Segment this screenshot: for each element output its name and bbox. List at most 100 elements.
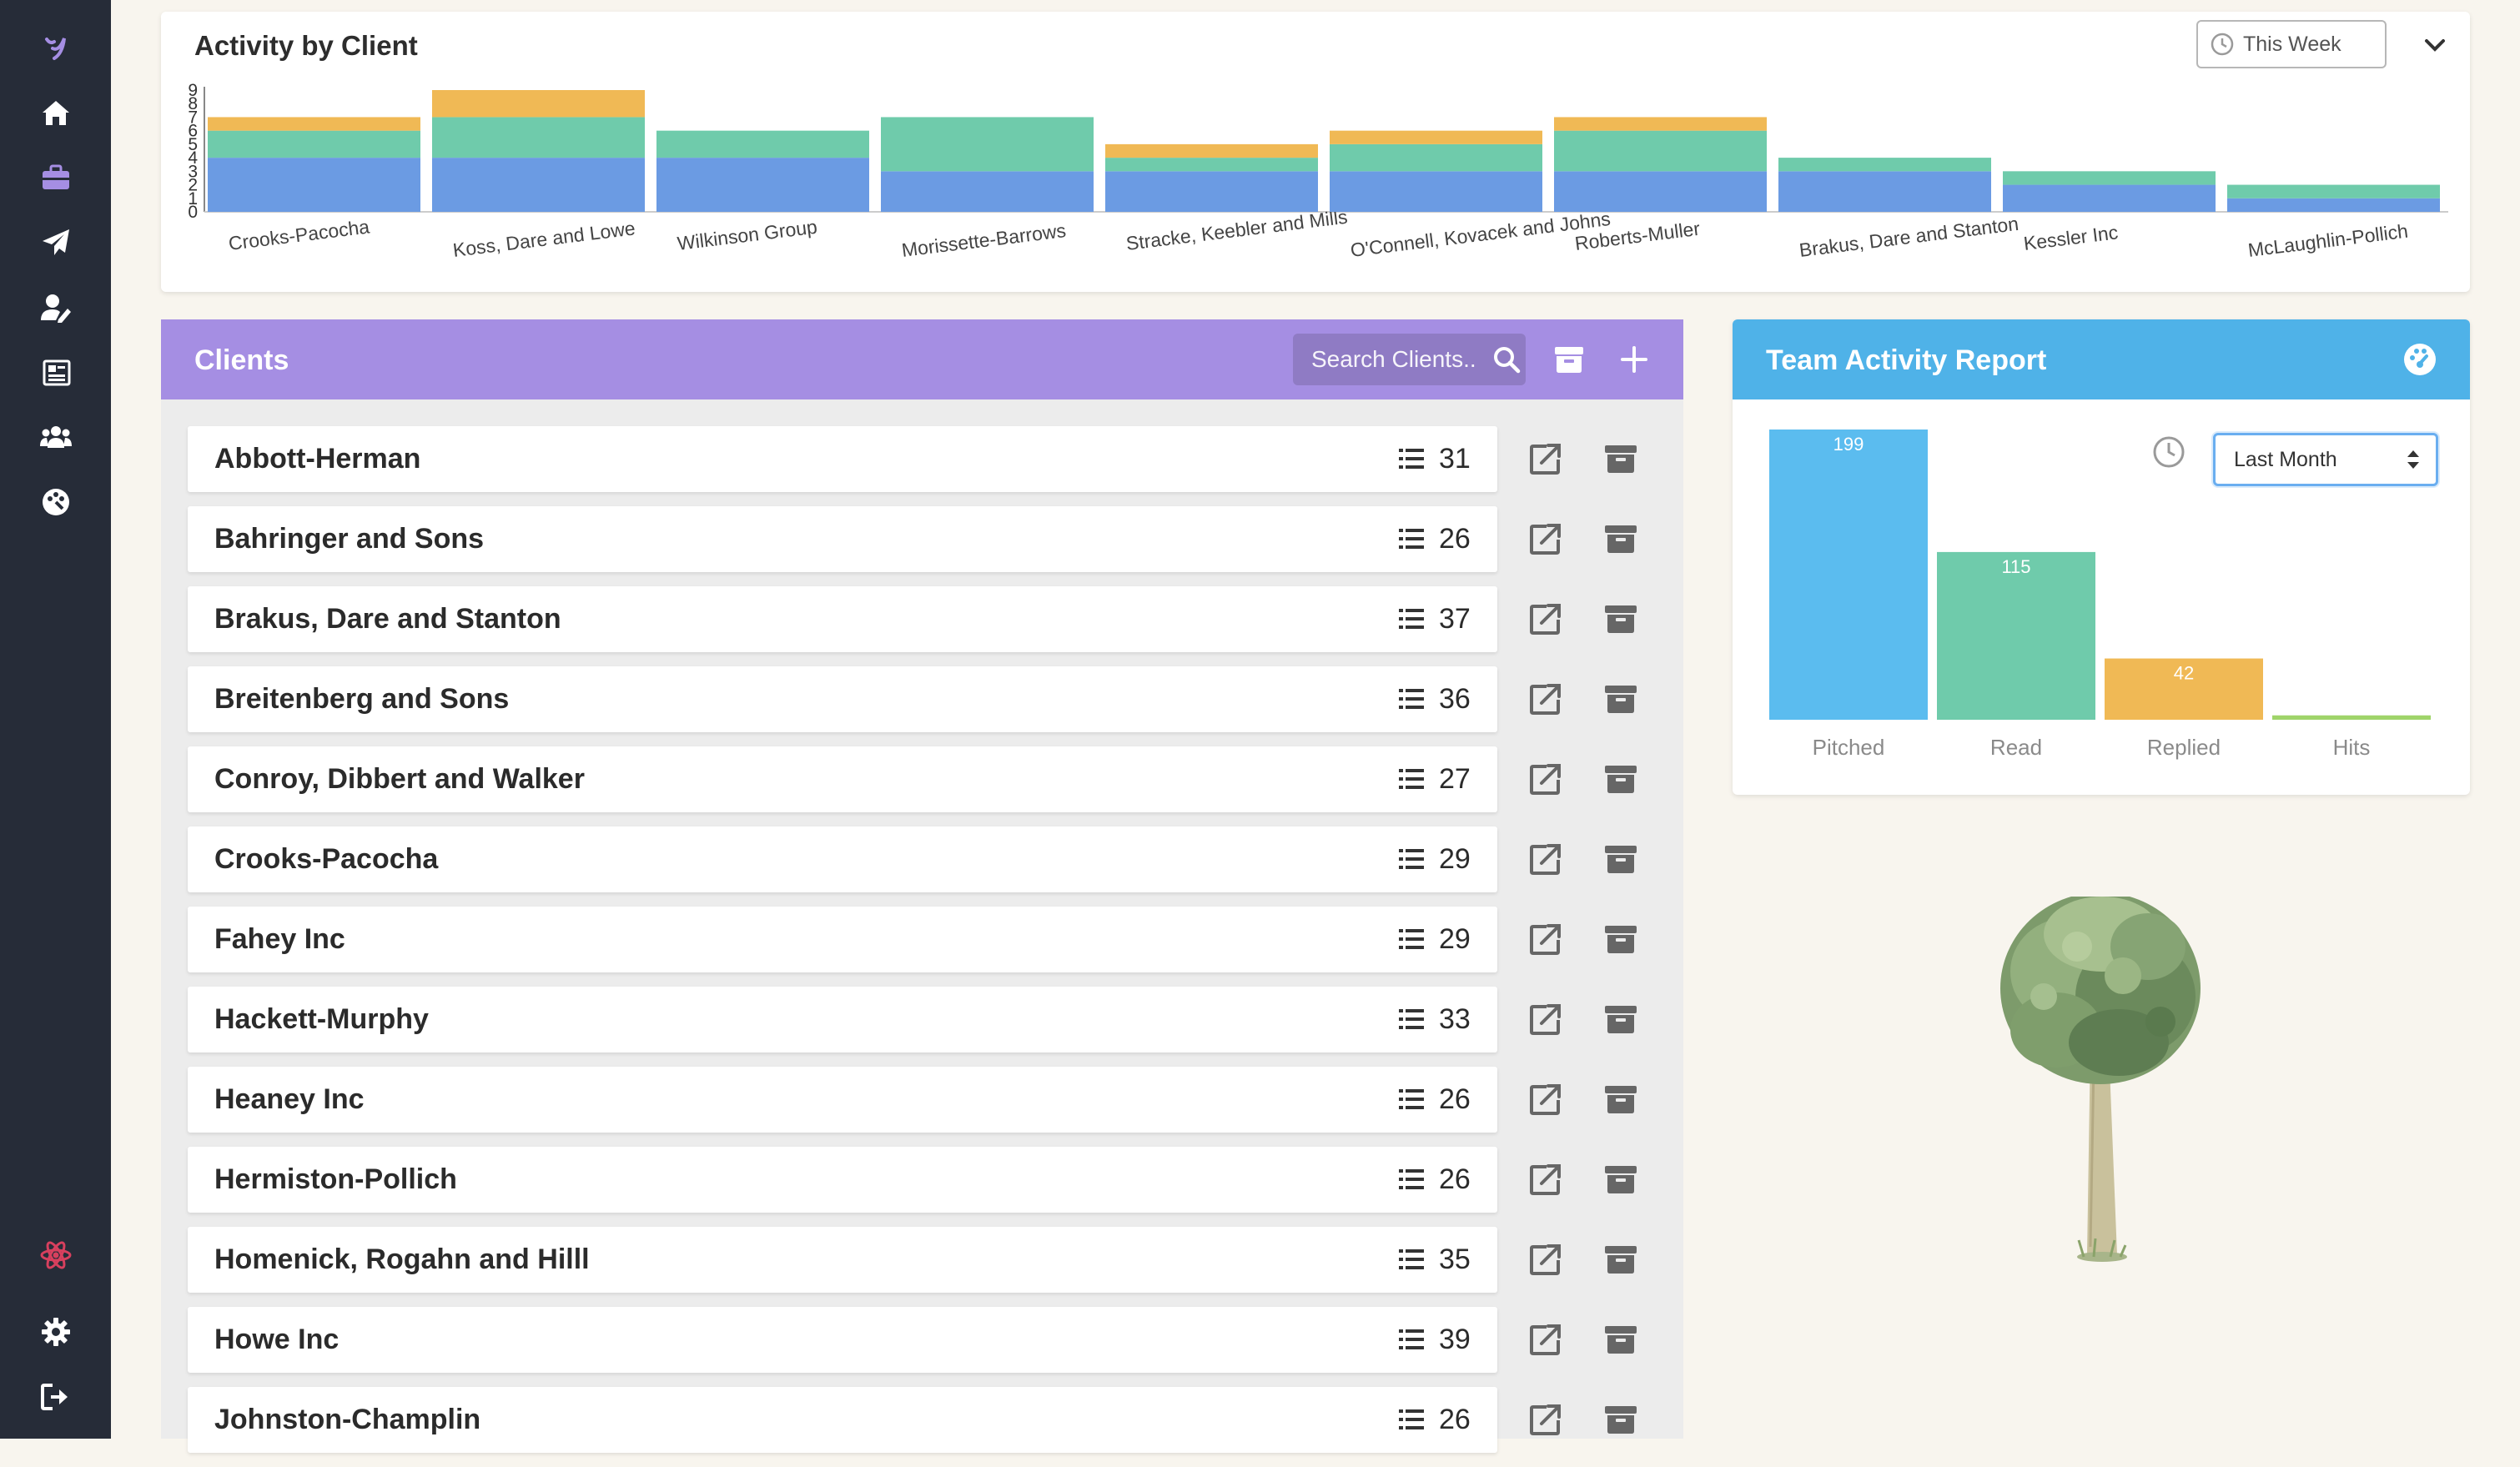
client-row: Hermiston-Pollich 26 (188, 1147, 1672, 1227)
external-link-icon[interactable] (1528, 1082, 1563, 1117)
client-name[interactable]: Hermiston-Pollich (214, 1163, 457, 1196)
archive-button[interactable] (1552, 343, 1586, 376)
clients-title: Clients (194, 344, 289, 376)
client-card[interactable]: Heaney Inc 26 (188, 1067, 1497, 1133)
bar-segment (1330, 130, 1542, 144)
gear-icon[interactable] (35, 1311, 77, 1353)
search-box[interactable] (1293, 334, 1526, 385)
client-card[interactable]: Abbott-Herman 31 (188, 426, 1497, 492)
bar-segment (432, 90, 645, 118)
client-campaign-count: 37 (1439, 603, 1471, 635)
archive-icon[interactable] (1603, 1082, 1638, 1117)
external-link-icon[interactable] (1528, 842, 1563, 877)
client-row: Abbott-Herman 31 (188, 426, 1672, 506)
atom-icon[interactable] (35, 1234, 77, 1276)
list-icon (1399, 929, 1424, 949)
client-row: Conroy, Dibbert and Walker 27 (188, 746, 1672, 826)
client-name[interactable]: Fahey Inc (214, 923, 345, 956)
home-icon[interactable] (35, 92, 77, 133)
logo-icon[interactable] (35, 28, 77, 69)
external-link-icon[interactable] (1528, 1162, 1563, 1197)
client-card[interactable]: Brakus, Dare and Stanton 37 (188, 586, 1497, 652)
bar-segment (2227, 184, 2440, 198)
bar-value-label: 42 (2174, 663, 2194, 684)
client-name[interactable]: Conroy, Dibbert and Walker (214, 763, 585, 796)
palette-icon[interactable] (35, 481, 77, 523)
client-row: Breitenberg and Sons 36 (188, 666, 1672, 746)
bar-segment (1554, 130, 1767, 172)
client-card[interactable]: Johnston-Champlin 26 (188, 1387, 1497, 1453)
bar-segment (1778, 171, 1991, 212)
client-name[interactable]: Hackett-Murphy (214, 1003, 429, 1036)
client-row: Howe Inc 39 (188, 1307, 1672, 1387)
external-link-icon[interactable] (1528, 1002, 1563, 1037)
client-name[interactable]: Breitenberg and Sons (214, 683, 509, 716)
external-link-icon[interactable] (1528, 601, 1563, 636)
external-link-icon[interactable] (1528, 521, 1563, 556)
external-link-icon[interactable] (1528, 1242, 1563, 1277)
briefcase-icon[interactable] (35, 157, 77, 198)
search-clients-input[interactable] (1310, 345, 1488, 374)
client-campaign-count: 27 (1439, 763, 1471, 795)
add-client-button[interactable] (1616, 341, 1652, 378)
user-edit-icon[interactable] (35, 287, 77, 329)
client-card[interactable]: Hermiston-Pollich 26 (188, 1147, 1497, 1213)
external-link-icon[interactable] (1528, 441, 1563, 476)
archive-icon[interactable] (1603, 842, 1638, 877)
archive-icon[interactable] (1603, 601, 1638, 636)
sign-out-icon[interactable] (35, 1376, 77, 1418)
newspaper-icon[interactable] (35, 352, 77, 394)
external-link-icon[interactable] (1528, 1322, 1563, 1357)
sidebar (0, 0, 111, 1439)
client-card[interactable]: Breitenberg and Sons 36 (188, 666, 1497, 732)
archive-icon[interactable] (1603, 1242, 1638, 1277)
users-icon[interactable] (35, 416, 77, 458)
client-name[interactable]: Abbott-Herman (214, 443, 420, 475)
client-campaign-count: 33 (1439, 1003, 1471, 1035)
archive-icon[interactable] (1603, 1322, 1638, 1357)
external-link-icon[interactable] (1528, 922, 1563, 957)
client-name[interactable]: Crooks-Pacocha (214, 843, 438, 876)
client-card[interactable]: Bahringer and Sons 26 (188, 506, 1497, 572)
archive-icon[interactable] (1603, 521, 1638, 556)
external-link-icon[interactable] (1528, 1402, 1563, 1437)
archive-icon[interactable] (1603, 1402, 1638, 1437)
client-card[interactable]: Fahey Inc 29 (188, 907, 1497, 972)
external-link-icon[interactable] (1528, 681, 1563, 716)
search-icon[interactable] (1491, 344, 1522, 374)
external-link-icon[interactable] (1528, 761, 1563, 796)
client-name[interactable]: Heaney Inc (214, 1083, 365, 1116)
client-name[interactable]: Howe Inc (214, 1324, 339, 1356)
x-tick-label: Morissette-Barrows (900, 219, 1067, 261)
paper-plane-icon[interactable] (35, 222, 77, 264)
client-name[interactable]: Homenick, Rogahn and Hilll (214, 1243, 590, 1276)
client-campaign-count: 26 (1439, 1083, 1471, 1115)
x-tick-label: Wilkinson Group (676, 216, 818, 254)
bar-segment (881, 171, 1094, 212)
client-card[interactable]: Hackett-Murphy 33 (188, 987, 1497, 1053)
client-name[interactable]: Bahringer and Sons (214, 523, 484, 555)
client-card[interactable]: Conroy, Dibbert and Walker 27 (188, 746, 1497, 812)
clients-panel: Clients Abbott-Herman 31 Bahringer and Son… (161, 319, 1683, 1453)
client-card[interactable]: Crooks-Pacocha 29 (188, 826, 1497, 892)
archive-icon[interactable] (1603, 761, 1638, 796)
archive-icon[interactable] (1603, 922, 1638, 957)
archive-icon[interactable] (1603, 681, 1638, 716)
client-row: Hackett-Murphy 33 (188, 987, 1672, 1067)
list-icon (1399, 609, 1424, 629)
client-name[interactable]: Johnston-Champlin (214, 1404, 480, 1436)
archive-icon[interactable] (1603, 1162, 1638, 1197)
client-card[interactable]: Howe Inc 39 (188, 1307, 1497, 1373)
archive-icon[interactable] (1603, 1002, 1638, 1037)
archive-icon[interactable] (1603, 441, 1638, 476)
list-icon (1399, 1409, 1424, 1429)
client-row: Crooks-Pacocha 29 (188, 826, 1672, 907)
x-tick-label: Kessler Inc (2022, 221, 2119, 254)
list-icon (1399, 849, 1424, 869)
client-card[interactable]: Homenick, Rogahn and Hilll 35 (188, 1227, 1497, 1293)
client-name[interactable]: Brakus, Dare and Stanton (214, 603, 561, 636)
activity-by-client-card: Activity by Client This Week 0123456789C… (161, 12, 2470, 292)
x-category-label: Read (1990, 735, 2042, 760)
client-campaign-count: 26 (1439, 523, 1471, 555)
client-row: Homenick, Rogahn and Hilll 35 (188, 1227, 1672, 1307)
